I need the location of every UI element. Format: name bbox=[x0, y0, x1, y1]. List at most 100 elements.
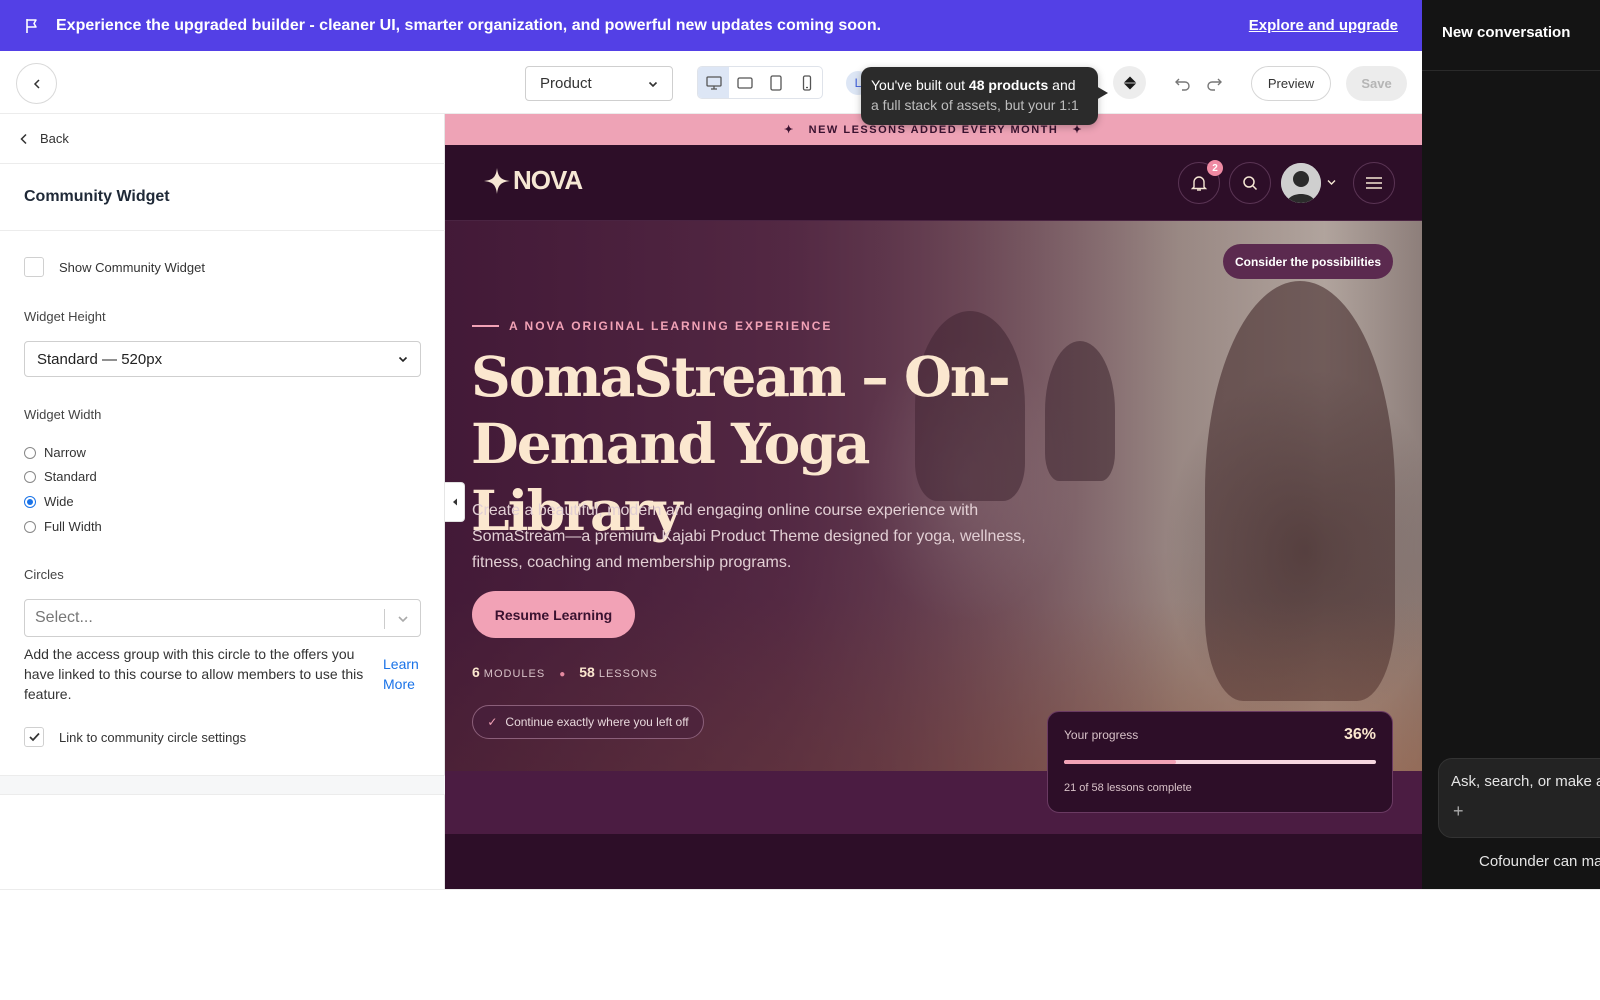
hero-eyebrow: A NOVA ORIGINAL LEARNING EXPERIENCE bbox=[472, 319, 832, 333]
notification-count-badge: 2 bbox=[1207, 160, 1223, 176]
page-type-select[interactable]: Product bbox=[525, 66, 673, 101]
tablet-portrait-view-button[interactable] bbox=[760, 67, 791, 98]
lessons-label: LESSONS bbox=[598, 668, 658, 680]
checkmark-icon: ✓ bbox=[487, 715, 498, 729]
sparkle-logo-icon bbox=[484, 167, 510, 194]
progress-percent: 36% bbox=[1343, 726, 1376, 743]
back-link[interactable]: Back bbox=[0, 114, 445, 164]
site-logo[interactable]: NOVA bbox=[483, 165, 583, 196]
width-option-wide[interactable]: Wide bbox=[24, 494, 74, 509]
back-label: Back bbox=[40, 131, 69, 146]
select-separator bbox=[384, 609, 385, 629]
desktop-view-button[interactable] bbox=[698, 67, 729, 98]
link-settings-checkbox[interactable] bbox=[24, 727, 44, 747]
tablet-portrait-icon bbox=[769, 74, 782, 91]
chat-input[interactable]: Ask, search, or make a + bbox=[1438, 758, 1600, 838]
chat-divider bbox=[1422, 70, 1600, 71]
resume-learning-button[interactable]: Resume Learning bbox=[472, 591, 635, 638]
upgrade-banner: Experience the upgraded builder - cleane… bbox=[0, 0, 1422, 51]
section-divider bbox=[0, 230, 445, 231]
continue-text: Continue exactly where you left off bbox=[505, 715, 689, 729]
panel-footer-divider bbox=[0, 775, 445, 795]
tablet-landscape-view-button[interactable] bbox=[729, 67, 760, 98]
learn-more-link[interactable]: Learn More bbox=[383, 654, 425, 694]
chevron-down-icon bbox=[398, 356, 408, 363]
undo-icon bbox=[1175, 78, 1190, 91]
cofounder-chat-panel: New conversation Ask, search, or make a … bbox=[1422, 0, 1600, 890]
search-button[interactable] bbox=[1229, 162, 1271, 204]
eyebrow-text: A NOVA ORIGINAL LEARNING EXPERIENCE bbox=[509, 319, 833, 333]
stats-separator-dot: ● bbox=[559, 669, 566, 680]
tooltip-text-bold: 48 products bbox=[968, 77, 1049, 93]
link-settings-row: Link to community circle settings bbox=[24, 727, 246, 747]
lessons-count: 58 bbox=[579, 664, 595, 680]
radio-narrow[interactable] bbox=[24, 446, 36, 459]
chevron-down-icon bbox=[648, 81, 658, 87]
save-button[interactable]: Save bbox=[1346, 66, 1407, 101]
circles-help-text: Add the access group with this circle to… bbox=[24, 646, 364, 702]
redo-icon bbox=[1207, 78, 1222, 91]
chat-title: New conversation bbox=[1442, 24, 1571, 41]
undo-button[interactable] bbox=[1173, 73, 1193, 93]
width-option-label: Full Width bbox=[44, 519, 102, 534]
modules-label: MODULES bbox=[483, 668, 546, 680]
widget-height-label: Widget Height bbox=[24, 309, 106, 324]
site-navbar: NOVA 2 bbox=[445, 145, 1422, 221]
hero-section: Consider the possibilities A NOVA ORIGIN… bbox=[445, 221, 1422, 771]
mobile-view-button[interactable] bbox=[791, 67, 822, 98]
editor-toolbar: Product L You've built out 48 products a… bbox=[0, 51, 1422, 125]
circles-select[interactable]: Select... bbox=[24, 599, 421, 637]
logo-text: NOVA bbox=[513, 165, 583, 195]
widget-height-value: Standard — 520px bbox=[37, 350, 163, 368]
hamburger-menu-icon bbox=[1366, 177, 1382, 189]
modules-count: 6 bbox=[472, 664, 480, 680]
tablet-landscape-icon bbox=[736, 76, 753, 89]
chevron-left-icon bbox=[33, 78, 40, 89]
site-preview: ✦ NEW LESSONS ADDED EVERY MONTH ✦ NOVA 2… bbox=[445, 114, 1422, 890]
chevron-left-icon bbox=[20, 133, 27, 144]
chat-attach-plus-icon[interactable]: + bbox=[1453, 801, 1464, 822]
progress-fill bbox=[1064, 760, 1177, 764]
tooltip-text-post: and bbox=[1048, 77, 1076, 93]
settings-panel: Back Community Widget Show Community Wid… bbox=[0, 114, 445, 890]
chevron-down-icon[interactable] bbox=[393, 609, 413, 629]
chevron-down-icon[interactable] bbox=[1327, 179, 1336, 186]
course-stats: 6 MODULES ● 58 LESSONS bbox=[472, 664, 658, 680]
checkmark-icon bbox=[28, 732, 40, 742]
radio-wide[interactable] bbox=[24, 495, 36, 508]
chat-footer-text: Cofounder can ma bbox=[1479, 853, 1600, 870]
user-avatar[interactable] bbox=[1281, 163, 1321, 203]
show-widget-checkbox[interactable] bbox=[24, 257, 44, 277]
width-option-full[interactable]: Full Width bbox=[24, 519, 102, 534]
radio-standard[interactable] bbox=[24, 470, 36, 483]
person-silhouette-icon bbox=[1281, 163, 1321, 203]
hero-description: Create a beautiful, modern and engaging … bbox=[472, 502, 1026, 571]
cofounder-ai-button[interactable] bbox=[1113, 66, 1146, 99]
progress-label: Your progress bbox=[1064, 728, 1139, 742]
consider-badge[interactable]: Consider the possibilities bbox=[1223, 244, 1393, 279]
width-option-narrow[interactable]: Narrow bbox=[24, 445, 86, 460]
widget-height-select[interactable]: Standard — 520px bbox=[24, 341, 421, 377]
collapse-panel-button[interactable] bbox=[445, 482, 465, 522]
sparkle-icon: ✦ bbox=[783, 124, 795, 136]
menu-button[interactable] bbox=[1353, 162, 1395, 204]
tooltip-text-pre: You've built out bbox=[871, 77, 969, 93]
upsell-tooltip: You've built out 48 products and a full … bbox=[861, 67, 1098, 125]
show-widget-row: Show Community Widget bbox=[24, 257, 205, 277]
progress-count: 21 of 58 lessons complete bbox=[1064, 782, 1192, 794]
width-option-standard[interactable]: Standard bbox=[24, 469, 97, 484]
continue-pill: ✓ Continue exactly where you left off bbox=[472, 705, 704, 739]
banner-message: Experience the upgraded builder - cleane… bbox=[56, 16, 882, 34]
announcement-text: NEW LESSONS ADDED EVERY MONTH bbox=[808, 123, 1059, 136]
width-option-label: Narrow bbox=[44, 445, 86, 460]
explore-upgrade-link[interactable]: Explore and upgrade bbox=[1249, 17, 1398, 34]
redo-button[interactable] bbox=[1204, 73, 1224, 93]
bell-icon bbox=[1190, 176, 1208, 191]
search-icon bbox=[1243, 176, 1258, 191]
radio-full-width[interactable] bbox=[24, 520, 36, 533]
back-circle-button[interactable] bbox=[16, 63, 57, 104]
notifications-button[interactable]: 2 bbox=[1178, 160, 1223, 204]
progress-track bbox=[1064, 760, 1376, 764]
chat-input-placeholder: Ask, search, or make a bbox=[1451, 773, 1600, 790]
preview-button[interactable]: Preview bbox=[1251, 66, 1331, 101]
